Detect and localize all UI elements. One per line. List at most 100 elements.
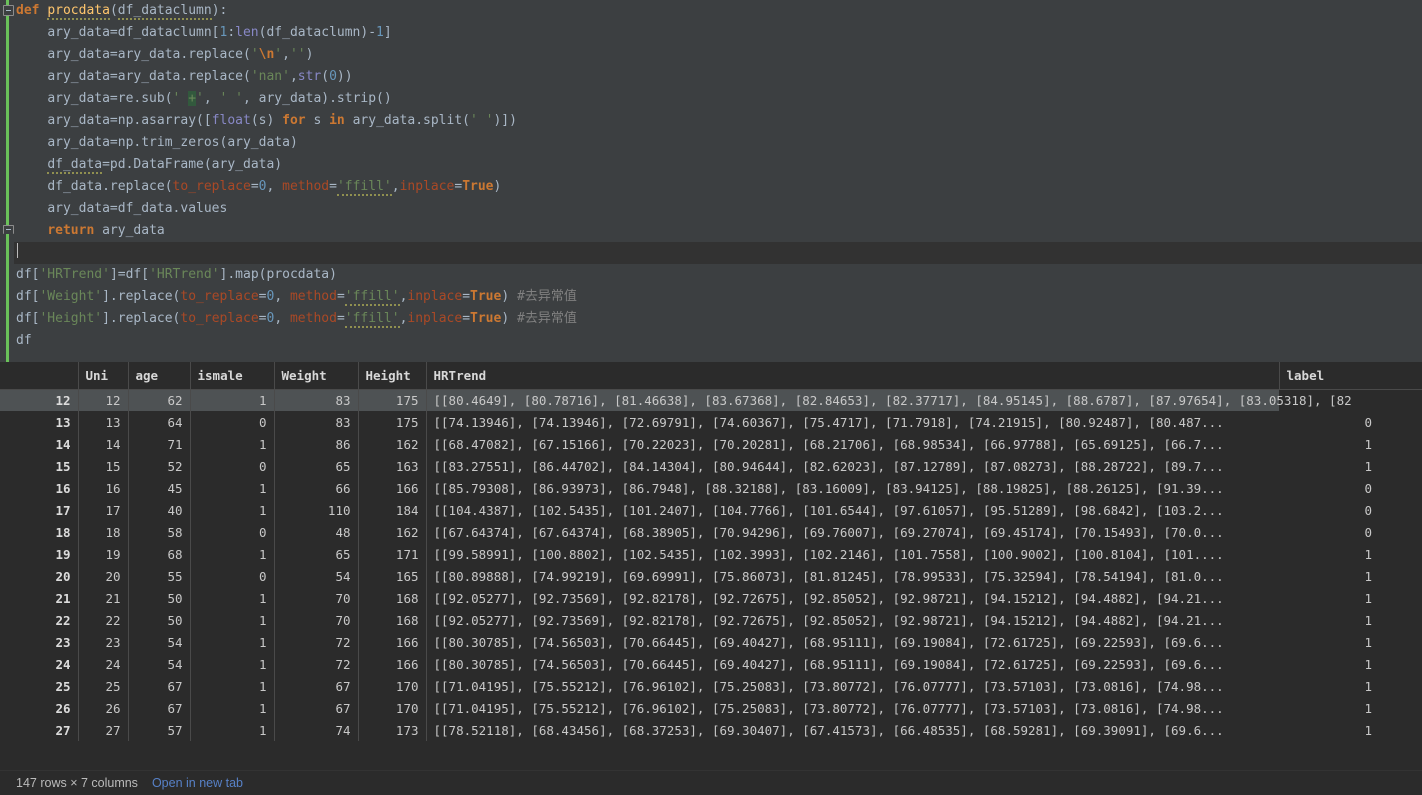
- row-index-cell[interactable]: 24: [0, 653, 78, 675]
- column-header-age[interactable]: age: [128, 362, 190, 389]
- cell-age[interactable]: 50: [128, 609, 190, 631]
- column-header-uni[interactable]: Uni: [78, 362, 128, 389]
- cell-age[interactable]: 64: [128, 411, 190, 433]
- cell-uni[interactable]: 18: [78, 521, 128, 543]
- cell-label[interactable]: 1: [1279, 631, 1422, 653]
- open-in-new-tab-link[interactable]: Open in new tab: [152, 776, 243, 790]
- cell-age[interactable]: 54: [128, 631, 190, 653]
- cell-label[interactable]: 0: [1279, 521, 1422, 543]
- fold-end-icon[interactable]: [3, 225, 15, 237]
- cell-weight[interactable]: 72: [274, 631, 358, 653]
- cell-weight[interactable]: 48: [274, 521, 358, 543]
- row-index-cell[interactable]: 13: [0, 411, 78, 433]
- cell-uni[interactable]: 17: [78, 499, 128, 521]
- row-index-cell[interactable]: 26: [0, 697, 78, 719]
- cell-ismale[interactable]: 1: [190, 389, 274, 411]
- cell-ismale[interactable]: 1: [190, 587, 274, 609]
- row-index-cell[interactable]: 15: [0, 455, 78, 477]
- table-row[interactable]: 131364083175[[74.13946], [74.13946], [72…: [0, 411, 1422, 433]
- cell-ismale[interactable]: 0: [190, 411, 274, 433]
- cell-weight[interactable]: 66: [274, 477, 358, 499]
- cell-hrtrend[interactable]: [[80.89888], [74.99219], [69.69991], [75…: [426, 565, 1279, 587]
- cell-hrtrend[interactable]: [[85.79308], [86.93973], [86.7948], [88.…: [426, 477, 1279, 499]
- cell-height[interactable]: 168: [358, 609, 426, 631]
- cell-label[interactable]: 1: [1279, 543, 1422, 565]
- cell-hrtrend[interactable]: [[104.4387], [102.5435], [101.2407], [10…: [426, 499, 1279, 521]
- cell-uni[interactable]: 12: [78, 389, 128, 411]
- row-index-cell[interactable]: 19: [0, 543, 78, 565]
- cell-ismale[interactable]: 1: [190, 653, 274, 675]
- cell-ismale[interactable]: 1: [190, 697, 274, 719]
- code-line[interactable]: ary_data=df_dataclumn[1:len(df_dataclumn…: [14, 22, 1422, 44]
- row-index-cell[interactable]: 14: [0, 433, 78, 455]
- code-line[interactable]: ary_data=ary_data.replace('\n',''): [14, 44, 1422, 66]
- cell-label[interactable]: 1: [1279, 719, 1422, 741]
- cell-uni[interactable]: 14: [78, 433, 128, 455]
- cell-age[interactable]: 55: [128, 565, 190, 587]
- cell-uni[interactable]: 27: [78, 719, 128, 741]
- cell-age[interactable]: 58: [128, 521, 190, 543]
- cell-weight[interactable]: 65: [274, 543, 358, 565]
- cell-weight[interactable]: 83: [274, 389, 358, 411]
- row-index-cell[interactable]: 12: [0, 389, 78, 411]
- cell-label[interactable]: 0: [1279, 411, 1422, 433]
- cell-age[interactable]: 50: [128, 587, 190, 609]
- cell-height[interactable]: 170: [358, 675, 426, 697]
- code-line[interactable]: df_data.replace(to_replace=0, method='ff…: [14, 176, 1422, 198]
- table-row[interactable]: 1717401110184[[104.4387], [102.5435], [1…: [0, 499, 1422, 521]
- column-header-index[interactable]: [0, 362, 78, 389]
- column-header-label[interactable]: label: [1279, 362, 1422, 389]
- cell-label[interactable]: 1: [1279, 455, 1422, 477]
- cell-hrtrend[interactable]: [[83.27551], [86.44702], [84.14304], [80…: [426, 455, 1279, 477]
- cell-label[interactable]: 1: [1279, 565, 1422, 587]
- cell-age[interactable]: 45: [128, 477, 190, 499]
- cell-label[interactable]: 1: [1279, 433, 1422, 455]
- table-row[interactable]: 222250170168[[92.05277], [92.73569], [92…: [0, 609, 1422, 631]
- cell-label[interactable]: 1: [1279, 653, 1422, 675]
- cell-ismale[interactable]: 1: [190, 631, 274, 653]
- code-line[interactable]: df['HRTrend']=df['HRTrend'].map(procdata…: [14, 264, 1422, 286]
- cell-weight[interactable]: 86: [274, 433, 358, 455]
- cell-weight[interactable]: 67: [274, 675, 358, 697]
- code-line[interactable]: ary_data=df_data.values: [14, 198, 1422, 220]
- cell-uni[interactable]: 19: [78, 543, 128, 565]
- cell-height[interactable]: 166: [358, 477, 426, 499]
- cell-height[interactable]: 168: [358, 587, 426, 609]
- fold-collapse-icon[interactable]: [3, 5, 15, 17]
- code-line[interactable]: df['Height'].replace(to_replace=0, metho…: [14, 308, 1422, 330]
- cell-height[interactable]: 162: [358, 433, 426, 455]
- cell-uni[interactable]: 24: [78, 653, 128, 675]
- cell-uni[interactable]: 16: [78, 477, 128, 499]
- cell-uni[interactable]: 15: [78, 455, 128, 477]
- cell-weight[interactable]: 74: [274, 719, 358, 741]
- cell-weight[interactable]: 83: [274, 411, 358, 433]
- cell-height[interactable]: 166: [358, 653, 426, 675]
- cell-ismale[interactable]: 1: [190, 543, 274, 565]
- cell-hrtrend[interactable]: [[71.04195], [75.55212], [76.96102], [75…: [426, 675, 1279, 697]
- cell-age[interactable]: 62: [128, 389, 190, 411]
- code-line[interactable]: df: [14, 330, 1422, 352]
- cell-uni[interactable]: 25: [78, 675, 128, 697]
- row-index-cell[interactable]: 25: [0, 675, 78, 697]
- code-line[interactable]: return ary_data: [14, 220, 1422, 242]
- cell-ismale[interactable]: 0: [190, 565, 274, 587]
- cell-height[interactable]: 165: [358, 565, 426, 587]
- cell-hrtrend[interactable]: [[78.52118], [68.43456], [68.37253], [69…: [426, 719, 1279, 741]
- cell-weight[interactable]: 65: [274, 455, 358, 477]
- cell-uni[interactable]: 22: [78, 609, 128, 631]
- cell-hrtrend[interactable]: [[68.47082], [67.15166], [70.22023], [70…: [426, 433, 1279, 455]
- row-index-cell[interactable]: 18: [0, 521, 78, 543]
- table-row[interactable]: 191968165171[[99.58991], [100.8802], [10…: [0, 543, 1422, 565]
- cell-height[interactable]: 163: [358, 455, 426, 477]
- cell-hrtrend[interactable]: [[71.04195], [75.55212], [76.96102], [75…: [426, 697, 1279, 719]
- cell-hrtrend[interactable]: [[80.4649], [80.78716], [81.46638], [83.…: [426, 389, 1279, 411]
- cell-ismale[interactable]: 1: [190, 499, 274, 521]
- cell-weight[interactable]: 70: [274, 587, 358, 609]
- cell-age[interactable]: 68: [128, 543, 190, 565]
- table-row[interactable]: 202055054165[[80.89888], [74.99219], [69…: [0, 565, 1422, 587]
- cell-age[interactable]: 52: [128, 455, 190, 477]
- cell-weight[interactable]: 54: [274, 565, 358, 587]
- cell-hrtrend[interactable]: [[99.58991], [100.8802], [102.5435], [10…: [426, 543, 1279, 565]
- table-row[interactable]: 212150170168[[92.05277], [92.73569], [92…: [0, 587, 1422, 609]
- code-line[interactable]: ary_data=np.trim_zeros(ary_data): [14, 132, 1422, 154]
